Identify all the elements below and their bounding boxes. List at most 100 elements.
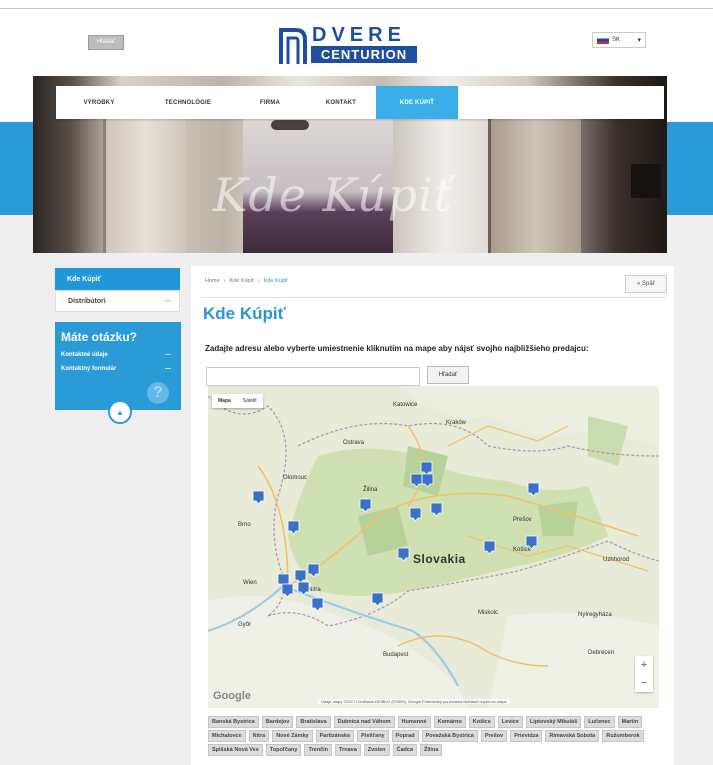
sidebar-item-kde-kupit[interactable]: Kde Kúpiť bbox=[55, 268, 180, 290]
map-label-olomouc: Olomouc bbox=[283, 475, 307, 481]
hero-door-left bbox=[103, 106, 186, 253]
top-rule bbox=[0, 8, 713, 9]
nav-vyrobky[interactable]: VÝROBKY bbox=[56, 86, 142, 119]
logo-word-centurion: CENTURION bbox=[311, 46, 417, 63]
city-tag[interactable]: Nové Zámky bbox=[272, 730, 313, 742]
city-tag[interactable]: Banská Bystrica bbox=[208, 716, 259, 728]
language-selector[interactable]: SK ▾ bbox=[592, 32, 646, 48]
breadcrumb-separator: › bbox=[257, 278, 260, 284]
zoom-control: + − bbox=[635, 656, 653, 692]
city-tag[interactable]: Bratislava bbox=[296, 716, 331, 728]
map-label-brno: Brno bbox=[238, 522, 251, 528]
back-button[interactable]: « Späť bbox=[625, 275, 667, 293]
map-label-zilina: Žilina bbox=[363, 485, 378, 493]
map-label-nitra: Nitra bbox=[308, 587, 321, 593]
main-nav: VÝROBKY TECHNOLÓGIE FIRMA KONTAKT KDE KÚ… bbox=[56, 86, 664, 119]
city-tag[interactable]: Levice bbox=[497, 716, 523, 728]
instructions-text: Zadajte adresu alebo vyberte umiestnenie… bbox=[205, 344, 589, 353]
city-tag[interactable]: Michalovce bbox=[208, 730, 246, 742]
logo[interactable]: DVERE CENTURION bbox=[278, 24, 420, 66]
city-list: Banská Bystrica Bardejov Bratislava Dubnica… bbox=[208, 716, 659, 756]
hero-door-right bbox=[488, 106, 581, 253]
map-label-krakow: Kraków bbox=[446, 420, 467, 426]
city-tag[interactable]: Zvolen bbox=[363, 744, 390, 756]
nav-kde-kupit[interactable]: KDE KÚPIŤ bbox=[376, 86, 458, 119]
map-attribution[interactable]: Údaje mapy ©2017 GeoBasis-DE/BKG (©2009)… bbox=[318, 699, 510, 704]
sidebar-item-label: Distribútori bbox=[68, 297, 106, 305]
map-canvas: Katowice Kraków Ostrava Olomouc Brno Žil… bbox=[208, 386, 659, 708]
map-label-wien: Wien bbox=[243, 580, 257, 586]
map-label-miskolc: Miskolc bbox=[478, 610, 498, 616]
city-tag[interactable]: Topoľčany bbox=[265, 744, 302, 756]
questions-title: Máte otázku? bbox=[61, 330, 138, 344]
breadcrumb-current: Kde Kúpiť bbox=[263, 278, 289, 284]
dash-icon: — bbox=[165, 352, 171, 358]
sidebar-menu: Kde Kúpiť Distribútori — bbox=[55, 268, 180, 312]
map-label-kosice: Košice bbox=[513, 547, 532, 553]
breadcrumb-kde-kupit[interactable]: Kde Kúpiť bbox=[230, 278, 254, 284]
city-tag[interactable]: Humenné bbox=[397, 716, 431, 728]
city-tag[interactable]: Čadca bbox=[392, 744, 418, 756]
dash-icon: — bbox=[165, 366, 171, 372]
scroll-down-icon[interactable]: ▲ bbox=[108, 400, 132, 424]
zoom-out-button[interactable]: − bbox=[635, 674, 653, 692]
slovak-flag-icon bbox=[597, 36, 609, 44]
google-logo: Google bbox=[213, 690, 251, 702]
city-tag[interactable]: Martin bbox=[617, 716, 643, 728]
breadcrumb-home[interactable]: Home bbox=[205, 278, 220, 284]
city-tag[interactable]: Piešťany bbox=[357, 730, 389, 742]
country-label: Slovakia bbox=[413, 552, 466, 566]
city-tag[interactable]: Partizánske bbox=[315, 730, 355, 742]
city-tag[interactable]: Ružomberok bbox=[602, 730, 644, 742]
contact-info-link[interactable]: Kontaktné údaje — bbox=[61, 352, 171, 358]
city-tag[interactable]: Spišská Nová Ves bbox=[208, 744, 263, 756]
city-tag[interactable]: Liptovský Mikuláš bbox=[525, 716, 582, 728]
contact-form-link[interactable]: Kontaktný formulár — bbox=[61, 366, 171, 372]
city-tag[interactable]: Košice bbox=[468, 716, 495, 728]
sidebar-item-distributori[interactable]: Distribútori — bbox=[55, 290, 180, 312]
map-type-satellite[interactable]: Satelit bbox=[237, 394, 263, 408]
city-tag[interactable]: Prešov bbox=[480, 730, 508, 742]
breadcrumb-separator: › bbox=[223, 278, 226, 284]
contact-form-label: Kontaktný formulár bbox=[61, 366, 117, 372]
city-tag[interactable]: Trnava bbox=[335, 744, 361, 756]
map-label-uzhhorod: Uzhhorod bbox=[603, 557, 629, 563]
map-type-control: Mapa Satelit bbox=[212, 394, 263, 408]
contact-info-label: Kontaktné údaje bbox=[61, 352, 108, 358]
search-button[interactable]: Hľadať bbox=[88, 35, 124, 50]
logo-word-dvere: DVERE bbox=[312, 24, 406, 46]
page-title: Kde Kúpiť bbox=[203, 304, 286, 323]
city-tag[interactable]: Dubnica nad Váhom bbox=[333, 716, 395, 728]
map-label-presov: Prešov bbox=[513, 517, 532, 523]
city-tag[interactable]: Rimavská Sobota bbox=[545, 730, 600, 742]
logo-door-icon bbox=[279, 28, 307, 64]
map-label-katowice: Katowice bbox=[393, 402, 418, 408]
find-button[interactable]: Hľadať bbox=[427, 366, 469, 384]
city-tag[interactable]: Poprad bbox=[391, 730, 419, 742]
nav-technologie[interactable]: TECHNOLÓGIE bbox=[142, 86, 234, 119]
city-tag[interactable]: Považská Bystrica bbox=[421, 730, 478, 742]
city-tag[interactable]: Nitra bbox=[248, 730, 270, 742]
city-tag[interactable]: Prievidza bbox=[510, 730, 543, 742]
map-label-budapest: Budapest bbox=[383, 652, 409, 658]
breadcrumb: Home › Kde Kúpiť › Kde Kúpiť bbox=[205, 278, 288, 284]
chevron-right-icon: — bbox=[164, 297, 171, 305]
nav-kontakt[interactable]: KONTAKT bbox=[306, 86, 376, 119]
zoom-in-button[interactable]: + bbox=[635, 656, 653, 674]
question-mark-icon: ? bbox=[147, 382, 169, 404]
nav-firma[interactable]: FIRMA bbox=[234, 86, 306, 119]
questions-box: Máte otázku? Kontaktné údaje — Kontaktný… bbox=[55, 322, 181, 424]
map-label-debrecen: Debrecen bbox=[588, 650, 614, 656]
city-tag[interactable]: Trenčín bbox=[304, 744, 333, 756]
map-label-nyiregyhaza: Nyíregyháza bbox=[578, 612, 612, 618]
city-tag[interactable]: Lučenec bbox=[584, 716, 615, 728]
divider bbox=[201, 297, 666, 298]
map-label-gyor: Győr bbox=[238, 622, 251, 628]
language-label: SK bbox=[612, 37, 621, 43]
city-tag[interactable]: Žilina bbox=[420, 744, 443, 756]
city-tag[interactable]: Komárno bbox=[433, 716, 466, 728]
address-input[interactable] bbox=[206, 367, 420, 386]
map-type-map[interactable]: Mapa bbox=[212, 394, 237, 408]
city-tag[interactable]: Bardejov bbox=[261, 716, 294, 728]
dealer-map[interactable]: Katowice Kraków Ostrava Olomouc Brno Žil… bbox=[208, 386, 659, 708]
